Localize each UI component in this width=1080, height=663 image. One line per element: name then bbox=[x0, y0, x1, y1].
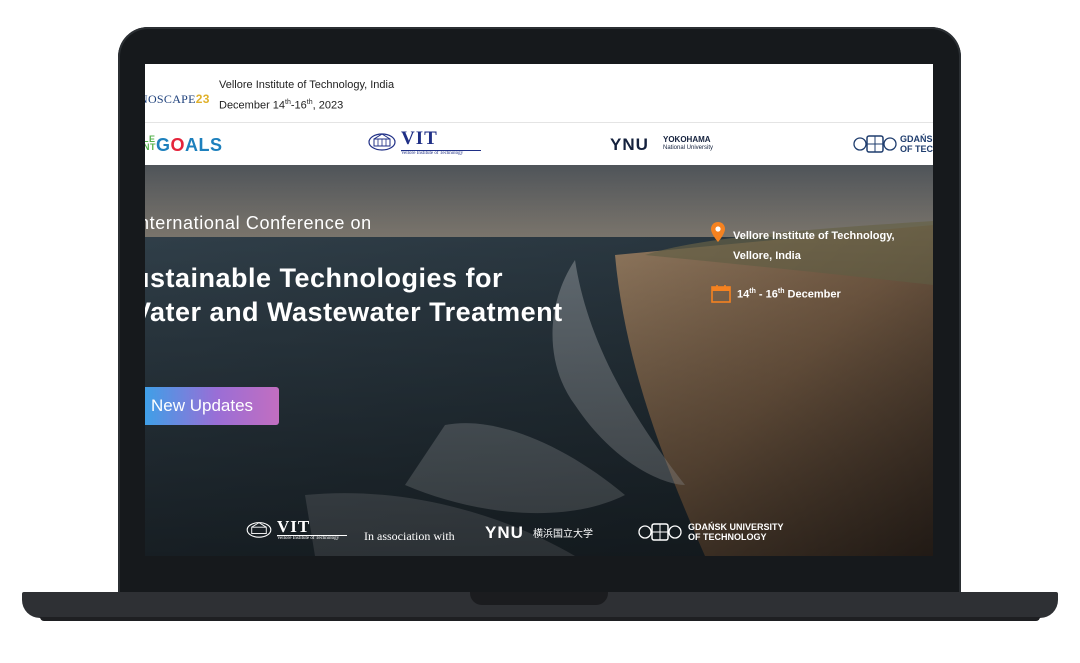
footer-vit-subtitle: Vellore Institute of Technology bbox=[277, 535, 347, 541]
sdg-goals-logo[interactable]: LE NTGOALS bbox=[145, 135, 223, 156]
sdg-goals-text: GOALS bbox=[156, 135, 223, 155]
location-text: Vellore Institute of Technology, Vellore… bbox=[733, 226, 895, 266]
location-line-2: Vellore, India bbox=[733, 250, 801, 262]
conference-brand-logo[interactable]: NOSCAPE23 bbox=[145, 92, 210, 107]
partner-logo-bar: LE NTGOALS VIT Vellore Institute of Tech… bbox=[145, 123, 933, 165]
date-text: 14th - 16th December bbox=[737, 288, 841, 301]
gdansk-logo[interactable]: GDAŃSK OF TECH bbox=[852, 132, 933, 161]
venue-text: Vellore Institute of Technology, India bbox=[219, 79, 395, 91]
new-updates-button[interactable]: New Updates bbox=[145, 387, 279, 425]
footer-gdansk-text: GDAŃSK UNIVERSITY OF TECHNOLOGY bbox=[688, 522, 784, 542]
hero-banner: nternational Conference on ustainable Te… bbox=[145, 165, 933, 556]
ynu-logo-text: YNU bbox=[610, 135, 649, 154]
venue-info: Vellore Institute of Technology, India D… bbox=[219, 76, 394, 115]
gdansk-crest-icon bbox=[853, 135, 897, 153]
vit-logo-subtitle: Vellore Institute of Technology bbox=[401, 150, 481, 156]
vit-emblem-icon bbox=[246, 522, 272, 538]
location-pin-icon bbox=[711, 222, 725, 242]
laptop-base-lip bbox=[40, 617, 1040, 621]
location-line-1: Vellore Institute of Technology, bbox=[733, 230, 895, 242]
gdansk-logo-text: GDAŃSK OF TECH bbox=[900, 134, 933, 154]
hero-title-line-2: Vater and Wastewater Treatment bbox=[145, 297, 563, 327]
footer-vit-text: VIT bbox=[277, 517, 311, 536]
footer-gdansk-logo[interactable]: GDAŃSK UNIVERSITY OF TECHNOLOGY bbox=[636, 520, 784, 549]
hero-footer-logos: VIT Vellore Institute of Technology In a… bbox=[145, 513, 933, 553]
hero-title-line-1: ustainable Technologies for bbox=[145, 263, 504, 293]
laptop-screen: NOSCAPE23 Vellore Institute of Technolog… bbox=[145, 64, 933, 556]
hero-kicker-text: nternational Conference on bbox=[145, 213, 372, 233]
laptop-notch bbox=[470, 592, 608, 605]
footer-ynu-logo[interactable]: YNU 横浜国立大学 bbox=[485, 523, 593, 543]
gdansk-crest-icon bbox=[638, 523, 682, 541]
vit-logo-text: VIT bbox=[401, 128, 438, 149]
footer-ynu-text: YNU bbox=[485, 523, 524, 542]
site-header: NOSCAPE23 Vellore Institute of Technolog… bbox=[145, 64, 933, 123]
footer-ynu-kanji: 横浜国立大学 bbox=[533, 529, 593, 540]
brand-name: NOSCAPE bbox=[145, 92, 196, 106]
dates-text: December 14th-16th, 2023 bbox=[219, 99, 344, 112]
calendar-icon bbox=[711, 285, 731, 303]
ynu-logo-name: YOKOHAMA National University bbox=[663, 135, 714, 151]
sdg-small-text: LE NT bbox=[145, 134, 156, 152]
association-text: In association with bbox=[364, 529, 455, 543]
brand-mark: 23 bbox=[195, 92, 210, 106]
vit-logo[interactable]: VIT Vellore Institute of Technology bbox=[367, 128, 481, 157]
ynu-logo[interactable]: YNU YOKOHAMA National University bbox=[610, 135, 713, 155]
vit-emblem-icon bbox=[368, 133, 396, 151]
footer-vit-logo[interactable]: VIT Vellore Institute of Technology bbox=[245, 517, 347, 544]
hero-title: ustainable Technologies for Vater and Wa… bbox=[145, 261, 563, 329]
